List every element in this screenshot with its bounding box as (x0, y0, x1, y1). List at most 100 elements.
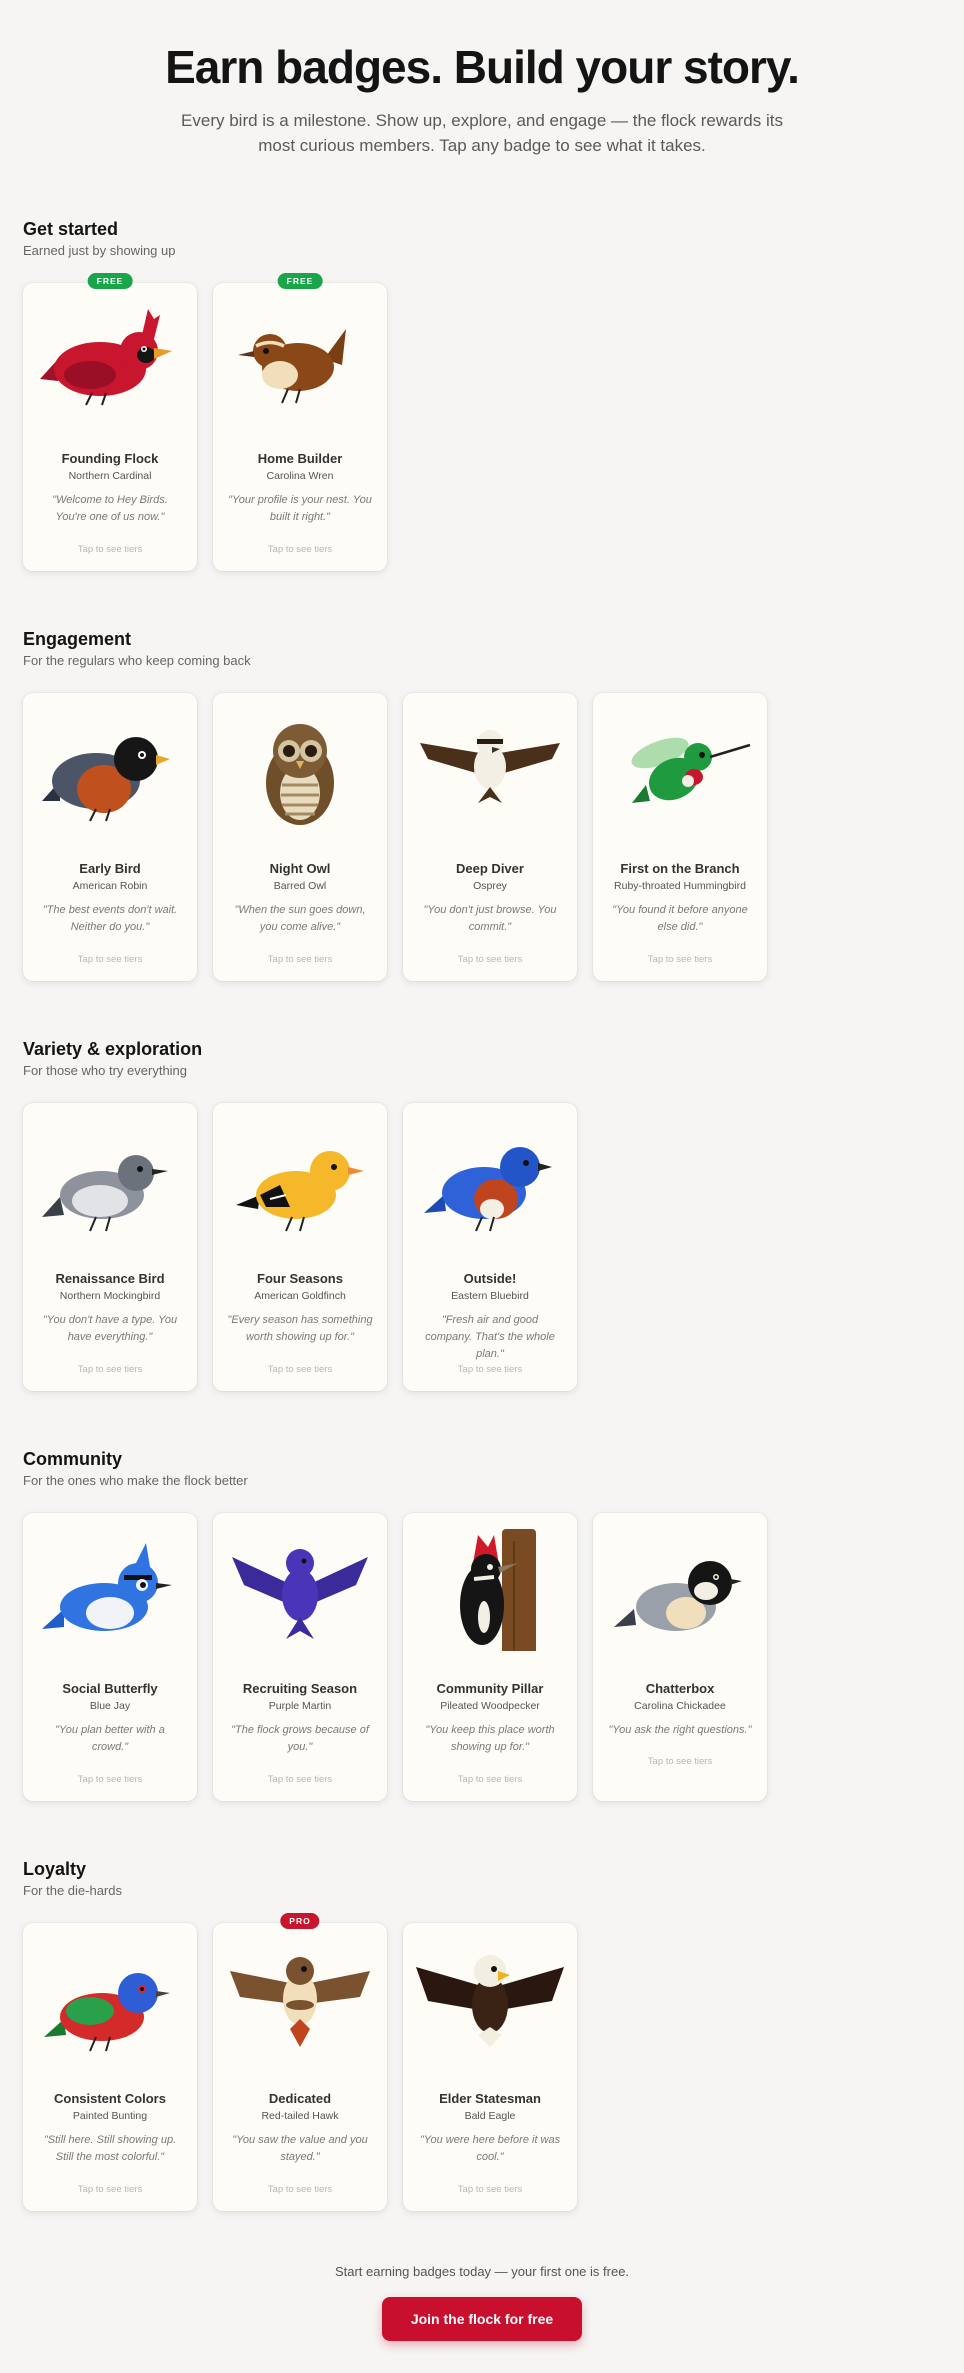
badge-card-founding-flock[interactable]: FREE Founding Flock Northern Cardinal "W… (23, 273, 197, 571)
tap-hint[interactable]: Tap to see tiers (213, 1774, 387, 1785)
eagle-icon (416, 1955, 564, 2047)
badge-species: American Goldfinch (254, 1290, 346, 1302)
hero: Earn badges. Build your story. Every bir… (0, 0, 964, 158)
badge-card-recruiting-season[interactable]: Recruiting Season Purple Martin "The flo… (213, 1513, 387, 1801)
pro-tag: PRO (280, 1913, 320, 1929)
badge-quote: "Welcome to Hey Birds. You're one of us … (52, 494, 168, 523)
badge-quote: "You keep this place worth showing up fo… (425, 1724, 555, 1753)
badge-species: Red-tailed Hawk (261, 2110, 339, 2122)
tap-hint[interactable]: Tap to see tiers (213, 1364, 387, 1375)
badge-name: Founding Flock (61, 451, 159, 466)
tap-hint[interactable]: Tap to see tiers (403, 2184, 577, 2195)
badge-quote: "You found it before anyone else did." (612, 904, 748, 933)
tap-hint[interactable]: Tap to see tiers (23, 1774, 197, 1785)
badge-card-chatterbox[interactable]: Chatterbox Carolina Chickadee "You ask t… (593, 1513, 767, 1801)
owl-icon (266, 724, 334, 825)
osprey-icon (420, 730, 560, 803)
section-subtitle: For those who try everything (23, 1063, 188, 1078)
badge-species: Osprey (473, 880, 507, 892)
badge-quote: "You don't just browse. You commit." (423, 904, 557, 933)
wren-icon (238, 329, 346, 404)
tap-hint[interactable]: Tap to see tiers (403, 1364, 577, 1375)
free-tag: FREE (277, 273, 323, 289)
tap-hint[interactable]: Tap to see tiers (23, 2184, 197, 2195)
section-engagement: Engagement For the regulars who keep com… (23, 628, 943, 981)
tap-hint[interactable]: Tap to see tiers (23, 1364, 197, 1375)
badge-card-elder-statesman[interactable]: Elder Statesman Bald Eagle "You were her… (403, 1923, 577, 2211)
badge-species: American Robin (72, 880, 148, 892)
badge-quote: "Still here. Still showing up. Still the… (43, 2134, 177, 2163)
badge-card-community-pillar[interactable]: Community Pillar Pileated Woodpecker "Yo… (403, 1513, 577, 1801)
tap-hint[interactable]: Tap to see tiers (213, 544, 387, 555)
bluejay-icon (42, 1543, 172, 1631)
page-title: Earn badges. Build your story. (165, 41, 800, 93)
bunting-icon (44, 1973, 170, 2052)
badge-card-deep-diver[interactable]: Deep Diver Osprey "You don't just browse… (403, 693, 577, 981)
badge-quote: "You plan better with a crowd." (55, 1724, 165, 1753)
chickadee-icon (614, 1561, 742, 1631)
badge-quote: "The flock grows because of you." (231, 1724, 369, 1753)
badge-card-four-seasons[interactable]: Four Seasons American Goldfinch "Every s… (213, 1103, 387, 1391)
badge-card-social-butterfly[interactable]: Social Butterfly Blue Jay "You plan bett… (23, 1513, 197, 1801)
tap-hint[interactable]: Tap to see tiers (403, 954, 577, 965)
badge-card-consistent-colors[interactable]: Consistent Colors Painted Bunting "Still… (23, 1923, 197, 2211)
tap-hint[interactable]: Tap to see tiers (593, 954, 767, 965)
badge-card-home-builder[interactable]: FREE Home Builder Carolina Wren "Your pr… (213, 273, 387, 571)
badge-name: Early Bird (79, 861, 141, 876)
martin-icon (232, 1549, 368, 1639)
badge-card-early-bird[interactable]: Early Bird American Robin "The best even… (23, 693, 197, 981)
badge-species: Painted Bunting (72, 2110, 148, 2122)
section-variety-exploration: Variety & exploration For those who try … (23, 1038, 943, 1391)
badge-card-night-owl[interactable]: Night Owl Barred Owl "When the sun goes … (213, 693, 387, 981)
badge-species: Purple Martin (268, 1700, 332, 1712)
section-subtitle: Earned just by showing up (23, 243, 176, 258)
badge-name: Recruiting Season (242, 1681, 358, 1696)
mockingbird-icon (42, 1155, 168, 1232)
badge-quote: "Fresh air and good company. That's the … (425, 1314, 555, 1360)
tap-hint[interactable]: Tap to see tiers (23, 954, 197, 965)
badge-card-dedicated[interactable]: PRO Dedicated Red-tailed Hawk "You saw t… (213, 1913, 387, 2211)
badge-card-first-on-the-branch[interactable]: First on the Branch Ruby-throated Hummin… (593, 693, 767, 981)
tap-hint[interactable]: Tap to see tiers (213, 954, 387, 965)
badge-name: Four Seasons (257, 1271, 343, 1286)
badge-name: Renaissance Bird (55, 1271, 165, 1286)
badge-species: Blue Jay (89, 1700, 131, 1712)
tap-hint[interactable]: Tap to see tiers (213, 2184, 387, 2195)
badge-species: Carolina Wren (266, 470, 334, 482)
tap-hint[interactable]: Tap to see tiers (403, 1774, 577, 1785)
section-title: Loyalty (23, 1859, 87, 1879)
footer: Start earning badges today — your first … (0, 2264, 964, 2341)
section-title: Variety & exploration (23, 1039, 203, 1059)
page-subtitle: Every bird is a milestone. Show up, expl… (181, 111, 783, 155)
tap-hint[interactable]: Tap to see tiers (593, 1756, 767, 1767)
join-flock-button[interactable]: Join the flock for free (382, 2297, 582, 2341)
badge-quote: "You don't have a type. You have everyth… (42, 1314, 178, 1343)
section-loyalty: Loyalty For the die-hards Consistent Col… (23, 1858, 943, 2211)
badge-quote: "Every season has something worth showin… (227, 1314, 373, 1343)
badge-quote: "When the sun goes down, you come alive.… (234, 904, 366, 933)
badge-quote: "You saw the value and you stayed." (232, 2134, 368, 2163)
section-title: Community (23, 1449, 122, 1469)
section-subtitle: For the ones who make the flock better (23, 1473, 248, 1488)
badge-card-renaissance-bird[interactable]: Renaissance Bird Northern Mockingbird "Y… (23, 1103, 197, 1391)
badge-species: Ruby-throated Hummingbird (614, 880, 746, 892)
badge-name: Outside! (463, 1271, 517, 1286)
section-community: Community For the ones who make the floc… (23, 1448, 943, 1801)
badge-name: Social Butterfly (62, 1681, 158, 1696)
section-title: Engagement (23, 629, 132, 649)
badge-quote: "You were here before it was cool." (419, 2134, 561, 2163)
section-get-started: Get started Earned just by showing up FR… (23, 218, 943, 571)
cardinal-icon (40, 309, 172, 406)
hawk-icon (230, 1957, 370, 2047)
badge-name: Deep Diver (456, 861, 524, 876)
badge-name: Community Pillar (436, 1681, 544, 1696)
badge-species: Bald Eagle (464, 2110, 516, 2122)
badge-name: Chatterbox (645, 1681, 715, 1696)
tap-hint[interactable]: Tap to see tiers (23, 544, 197, 555)
badge-quote: "Your profile is your nest. You built it… (228, 494, 372, 523)
goldfinch-icon (236, 1151, 364, 1232)
badge-card-outside[interactable]: Outside! Eastern Bluebird "Fresh air and… (403, 1103, 577, 1391)
badge-name: First on the Branch (620, 861, 740, 876)
badge-species: Carolina Chickadee (634, 1700, 726, 1712)
section-title: Get started (23, 219, 119, 239)
